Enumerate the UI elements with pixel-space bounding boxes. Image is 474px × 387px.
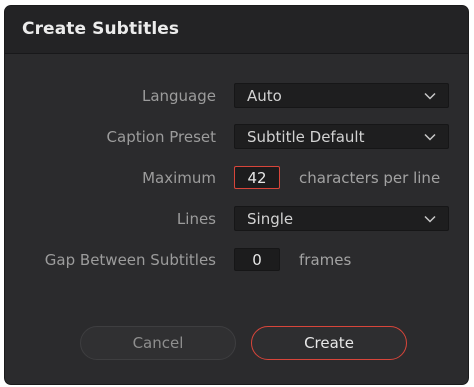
chevron-down-icon xyxy=(424,92,436,100)
characters-per-line-label: characters per line xyxy=(299,169,441,187)
maximum-characters-input[interactable] xyxy=(234,166,280,189)
lines-value: Single xyxy=(247,210,294,228)
lines-dropdown[interactable]: Single xyxy=(234,206,449,231)
lines-label: Lines xyxy=(176,210,216,228)
dialog-titlebar: Create Subtitles xyxy=(5,6,468,54)
language-label: Language xyxy=(141,87,216,105)
maximum-label: Maximum xyxy=(142,169,216,187)
gap-frames-input[interactable] xyxy=(234,248,280,271)
create-button[interactable]: Create xyxy=(251,326,407,360)
create-subtitles-dialog: Create Subtitles Language Auto Caption P… xyxy=(4,5,469,385)
language-value: Auto xyxy=(247,87,282,105)
gap-between-subtitles-label: Gap Between Subtitles xyxy=(44,251,216,269)
caption-preset-label: Caption Preset xyxy=(106,128,216,146)
caption-preset-dropdown[interactable]: Subtitle Default xyxy=(234,124,449,149)
language-dropdown[interactable]: Auto xyxy=(234,83,449,108)
dialog-title: Create Subtitles xyxy=(22,19,180,39)
caption-preset-value: Subtitle Default xyxy=(247,128,365,146)
cancel-button[interactable]: Cancel xyxy=(80,326,236,360)
frames-label: frames xyxy=(299,251,352,269)
chevron-down-icon xyxy=(424,215,436,223)
chevron-down-icon xyxy=(424,133,436,141)
